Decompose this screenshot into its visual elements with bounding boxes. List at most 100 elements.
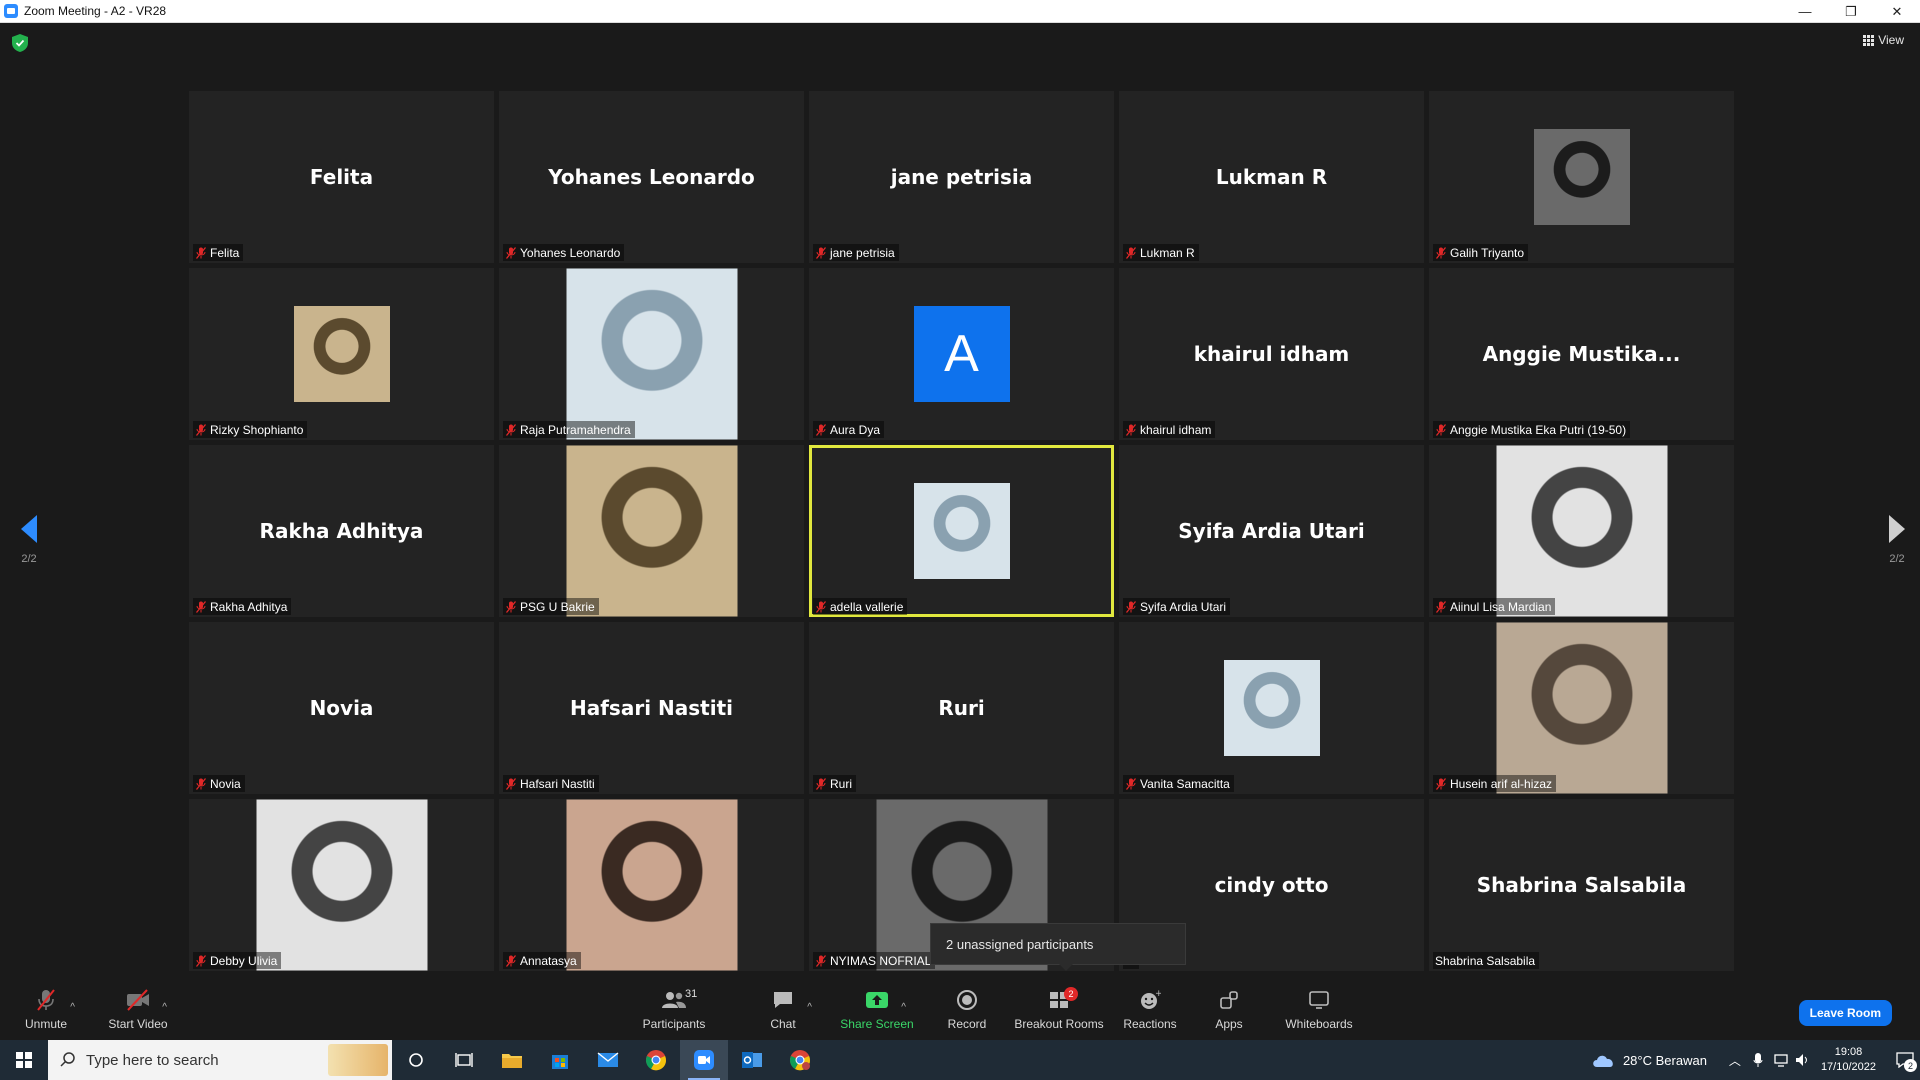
participant-name-label: Galih Triyanto xyxy=(1433,244,1529,261)
task-view-icon xyxy=(455,1053,473,1067)
chrome-icon xyxy=(646,1050,666,1071)
start-video-button[interactable]: ^ Start Video xyxy=(106,978,170,1040)
participant-photo xyxy=(1533,129,1630,225)
microphone-tray-icon[interactable] xyxy=(1753,1052,1763,1068)
muted-microphone-icon xyxy=(195,246,207,259)
participants-button[interactable]: 31 Participants xyxy=(640,978,708,1040)
record-button[interactable]: Record xyxy=(946,978,988,1040)
zoom-icon xyxy=(694,1050,714,1070)
volume-icon[interactable] xyxy=(1795,1052,1809,1068)
participant-name-label: Husein arif al-hizaz xyxy=(1433,775,1557,792)
taskbar-search-box[interactable]: Type here to search xyxy=(48,1040,392,1080)
task-view-button[interactable] xyxy=(440,1040,488,1080)
participant-tile[interactable]: Vanita Samacitta xyxy=(1119,622,1424,794)
participant-name-label: Yohanes Leonardo xyxy=(503,244,625,261)
muted-microphone-icon xyxy=(195,423,207,436)
muted-microphone-icon xyxy=(815,423,827,436)
participant-tile[interactable]: Novia Novia xyxy=(189,622,494,794)
participant-tile[interactable]: Rizky Shophianto xyxy=(189,268,494,440)
leave-room-button[interactable]: Leave Room xyxy=(1798,1000,1892,1026)
participant-tile[interactable]: Rakha Adhitya Rakha Adhitya xyxy=(189,445,494,617)
participant-tile[interactable]: Ruri Ruri xyxy=(809,622,1114,794)
participant-tile[interactable]: jane petrisia jane petrisia xyxy=(809,91,1114,263)
page-indicator-left: 2/2 xyxy=(21,553,37,565)
participant-tile[interactable]: A Aura Dya xyxy=(809,268,1114,440)
taskbar-clock[interactable]: 19:08 17/10/2022 xyxy=(1821,1045,1876,1075)
next-page-button[interactable]: 2/2 xyxy=(1882,515,1912,565)
chrome-profile-icon xyxy=(790,1050,810,1071)
notification-center-button[interactable]: 2 xyxy=(1890,1040,1920,1080)
participant-tile[interactable]: Anggie Mustika... Anggie Mustika Eka Putr… xyxy=(1429,268,1734,440)
window-title: Zoom Meeting - A2 - VR28 xyxy=(24,4,167,18)
participant-tile[interactable]: Yohanes Leonardo Yohanes Leonardo xyxy=(499,91,804,263)
participant-tile[interactable]: Galih Triyanto xyxy=(1429,91,1734,263)
reactions-button[interactable]: + Reactions xyxy=(1123,978,1177,1040)
participant-tile[interactable]: PSG U Bakrie xyxy=(499,445,804,617)
cortana-button[interactable] xyxy=(392,1040,440,1080)
apps-button[interactable]: Apps xyxy=(1214,978,1244,1040)
microphone-muted-icon: ^ xyxy=(31,988,75,1013)
mail-button[interactable] xyxy=(584,1040,632,1080)
breakout-rooms-icon: 2 xyxy=(1044,986,1078,1012)
view-button[interactable]: View xyxy=(1863,33,1904,47)
chrome-button[interactable] xyxy=(632,1040,680,1080)
video-options-caret[interactable]: ^ xyxy=(162,1002,167,1013)
participant-name: Hafsari Nastiti xyxy=(520,776,595,791)
participant-tile[interactable]: Husein arif al-hizaz xyxy=(1429,622,1734,794)
outlook-icon xyxy=(742,1052,762,1068)
chat-button[interactable]: ^ Chat xyxy=(768,978,812,1040)
participant-name-label: Shabrina Salsabila xyxy=(1433,952,1540,969)
participant-name-label: adella vallerie xyxy=(813,598,908,615)
cloud-weather-icon xyxy=(1593,1055,1613,1067)
participant-tile[interactable]: Lukman R Lukman R xyxy=(1119,91,1424,263)
participant-tile[interactable]: Shabrina Salsabila Shabrina Salsabila xyxy=(1429,799,1734,971)
store-button[interactable] xyxy=(536,1040,584,1080)
participant-tile[interactable]: Raja Putramahendra xyxy=(499,268,804,440)
previous-page-button[interactable]: 2/2 xyxy=(14,515,44,565)
file-explorer-button[interactable] xyxy=(488,1040,536,1080)
muted-microphone-icon xyxy=(1435,423,1447,436)
close-button[interactable]: ✕ xyxy=(1874,0,1920,23)
participant-tile[interactable]: Syifa Ardia Utari Syifa Ardia Utari xyxy=(1119,445,1424,617)
unassigned-participants-tooltip: 2 unassigned participants xyxy=(930,923,1186,971)
minimize-button[interactable]: — xyxy=(1782,0,1828,23)
reactions-label: Reactions xyxy=(1123,1016,1177,1031)
svg-text:+: + xyxy=(1155,989,1161,999)
muted-microphone-icon xyxy=(815,777,827,790)
whiteboards-button[interactable]: Whiteboards xyxy=(1284,978,1354,1040)
muted-microphone-icon xyxy=(815,246,827,259)
participant-display-name: Felita xyxy=(309,165,374,189)
outlook-button[interactable] xyxy=(728,1040,776,1080)
muted-microphone-icon xyxy=(195,777,207,790)
notification-count: 2 xyxy=(1904,1059,1917,1072)
muted-microphone-icon xyxy=(1125,600,1137,613)
audio-options-caret[interactable]: ^ xyxy=(70,1002,75,1013)
participant-name-label: NYIMAS NOFRIAL xyxy=(813,952,936,969)
participant-tile[interactable]: Debby Ulivia xyxy=(189,799,494,971)
chrome-profile-button[interactable] xyxy=(776,1040,824,1080)
restore-button[interactable]: ❐ xyxy=(1828,0,1874,23)
encryption-shield-icon[interactable] xyxy=(12,34,28,52)
start-button[interactable] xyxy=(0,1040,48,1080)
video-off-icon: ^ xyxy=(123,988,167,1013)
share-screen-icon: ^ xyxy=(862,988,906,1013)
participant-tile[interactable]: Aiinul Lisa Mardian xyxy=(1429,445,1734,617)
participant-tile[interactable]: adella vallerie xyxy=(809,445,1114,617)
participant-tile[interactable]: Felita Felita xyxy=(189,91,494,263)
whiteboards-label: Whiteboards xyxy=(1285,1016,1353,1031)
share-screen-button[interactable]: ^ Share Screen xyxy=(840,978,914,1040)
zoom-taskbar-button[interactable] xyxy=(680,1040,728,1080)
participant-tile[interactable]: khairul idham khairul idham xyxy=(1119,268,1424,440)
show-hidden-icons-chevron-icon[interactable]: ︿ xyxy=(1729,1052,1741,1069)
network-icon[interactable] xyxy=(1773,1052,1791,1068)
share-screen-label: Share Screen xyxy=(840,1016,914,1031)
gallery-grid: Felita Felita Yohanes Leonardo Yohanes Leon… xyxy=(189,91,1734,971)
share-options-caret[interactable]: ^ xyxy=(901,1002,906,1013)
weather-text[interactable]: 28°C Berawan xyxy=(1623,1053,1707,1068)
participant-name-label: Vanita Samacitta xyxy=(1123,775,1234,792)
participant-tile[interactable]: Hafsari Nastiti Hafsari Nastiti xyxy=(499,622,804,794)
chat-options-caret[interactable]: ^ xyxy=(807,1002,812,1013)
participant-tile[interactable]: Annatasya xyxy=(499,799,804,971)
breakout-rooms-button[interactable]: 2 Breakout Rooms xyxy=(1014,978,1104,1040)
unmute-button[interactable]: ^ Unmute xyxy=(20,978,75,1040)
